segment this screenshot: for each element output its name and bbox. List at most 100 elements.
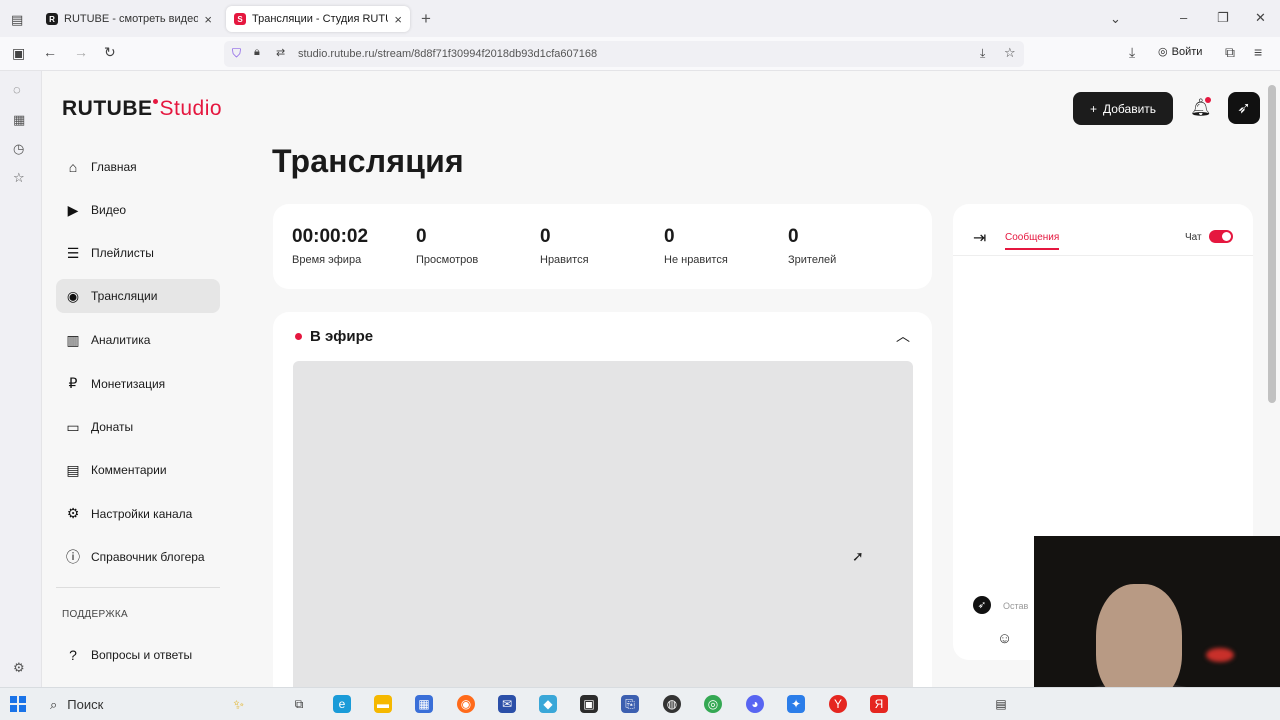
bookmark-star-icon[interactable]: ☆ — [1004, 45, 1016, 61]
sidebar-divider — [56, 587, 220, 588]
taskbar-search[interactable]: ⌕ Поиск ✨︎ — [42, 692, 272, 717]
lock-icon[interactable]: 🔒︎ — [254, 46, 260, 59]
live-panel: В эфире ︿ — [273, 312, 932, 687]
sidebar-item-donations[interactable]: ▭ Донаты — [56, 405, 220, 448]
close-icon[interactable]: × — [204, 12, 212, 27]
webcam-person-head — [1096, 584, 1182, 702]
chrome-icon[interactable]: ◎ — [704, 695, 722, 713]
synced-tabs-icon[interactable]: ▦ — [13, 112, 25, 128]
logo-sub: Studio — [159, 97, 223, 120]
tab-messages[interactable]: Сообщения — [1005, 232, 1060, 250]
sidebar-item-label: Главная — [91, 159, 137, 174]
sidebar-item-analytics[interactable]: ▥ Аналитика — [56, 319, 220, 362]
studio-sidebar-menu: ⌂ Главная ▶ Видео ☰ Плейлисты ◉ Трансляции ▥… — [56, 145, 220, 579]
collapse-chat-icon[interactable]: ⇥ — [973, 228, 986, 248]
tab-list-icon[interactable]: ▤ — [11, 12, 23, 28]
sidebar-item-monetization[interactable]: ₽ Монетизация — [56, 362, 220, 405]
discord-icon[interactable]: ◕ — [746, 695, 764, 713]
page-title: Трансляция — [272, 143, 464, 179]
rocket-icon: ➶ — [977, 599, 987, 611]
sidebar-item-label: Настройки канала — [91, 506, 193, 521]
downloads-icon[interactable]: ⤓ — [1129, 44, 1135, 61]
app-icon[interactable]: ✦ — [787, 695, 805, 713]
app-icon[interactable]: ⎘ — [621, 695, 639, 713]
wallet-icon: ▭ — [66, 418, 80, 435]
analytics-icon: ▥ — [66, 331, 80, 348]
live-label: В эфире — [310, 328, 374, 345]
restore-icon[interactable]: ❐ — [1217, 10, 1229, 26]
broadcast-icon: ◉ — [66, 287, 80, 304]
reload-icon[interactable]: ↻ — [104, 44, 116, 61]
add-button[interactable]: + Добавить — [1073, 92, 1173, 125]
sidebar-item-label: Трансляции — [91, 289, 158, 304]
url-text: studio.rutube.ru/stream/8d8f71f30994f201… — [298, 48, 598, 60]
chat-message-input[interactable]: Остав — [1003, 601, 1028, 611]
sidebar-toggle-icon[interactable]: ▣ — [12, 45, 25, 62]
task-view-icon[interactable]: ⧉ — [290, 695, 308, 713]
yandex-browser-icon[interactable]: Y — [829, 695, 847, 713]
login-button[interactable]: ◎ Войти — [1158, 45, 1202, 59]
site-settings-icon[interactable]: ⇄ — [276, 46, 285, 59]
sidebar-item-video[interactable]: ▶ Видео — [56, 188, 220, 231]
tab-title: Трансляции - Студия RUTUBE — [252, 13, 388, 25]
keyboard-icon[interactable]: ▤ — [992, 695, 1010, 713]
back-icon[interactable]: ← — [43, 44, 57, 60]
plus-icon: + — [1089, 101, 1097, 116]
ai-chat-icon[interactable]: ◌ — [13, 82, 21, 97]
app-icon[interactable]: ◆ — [539, 695, 557, 713]
sidebar-item-channel-settings[interactable]: ⚙ Настройки канала — [56, 492, 220, 535]
close-window-icon[interactable]: ✕ — [1255, 10, 1266, 26]
rutube-studio-logo[interactable]: RUTUBE Studio — [62, 97, 222, 121]
firefox-icon[interactable]: ◉ — [457, 695, 475, 713]
obs-icon[interactable]: ◍ — [663, 695, 681, 713]
sidebar-item-blogger-guide[interactable]: ⓘ Справочник блогера — [56, 536, 220, 579]
chat-toggle[interactable] — [1209, 230, 1233, 243]
shield-icon[interactable]: ⛉ — [232, 46, 241, 61]
comment-icon: ▤ — [66, 461, 80, 478]
sidebar-item-label: Справочник блогера — [91, 550, 205, 565]
extensions-icon[interactable]: ⧉ — [1225, 44, 1235, 61]
video-player[interactable] — [293, 361, 913, 687]
stat-views: 0 Просмотров — [416, 226, 478, 266]
sidebar-item-home[interactable]: ⌂ Главная — [56, 145, 220, 188]
customize-sidebar-icon[interactable]: ⚙ — [13, 660, 25, 676]
address-bar[interactable]: ⛉ 🔒︎ ⇄ studio.rutube.ru/stream/8d8f71f30… — [224, 41, 1024, 67]
sidebar-item-playlists[interactable]: ☰ Плейлисты — [56, 232, 220, 275]
chevron-down-icon[interactable]: ⌄ — [1110, 11, 1121, 27]
menu-icon[interactable]: ≡ — [1254, 44, 1262, 60]
emoji-icon[interactable]: ☺ — [997, 630, 1012, 647]
stat-value: 0 — [540, 226, 551, 247]
sidebar-item-broadcasts[interactable]: ◉ Трансляции — [56, 279, 220, 314]
windows-taskbar: ⌕ Поиск ✨︎ ⧉ e ▬ ▦ ◉ ✉ ◆ ▣ ⎘ ◍ ◎ ◕ ✦ Y Я… — [0, 687, 1280, 720]
yandex-icon[interactable]: Я — [870, 695, 888, 713]
scrollbar-thumb[interactable] — [1268, 85, 1276, 403]
bookmarks-icon[interactable]: ☆ — [13, 170, 25, 186]
sparkle-icon: ✨︎ — [233, 696, 245, 712]
store-icon[interactable]: ▦ — [415, 695, 433, 713]
new-tab-icon[interactable]: + — [421, 9, 431, 29]
chevron-up-icon[interactable]: ︿ — [896, 326, 910, 346]
app-icon[interactable]: ✉ — [498, 695, 516, 713]
save-page-icon[interactable]: ⤓ — [980, 46, 985, 61]
logo-dot — [152, 99, 158, 104]
browser-navbar: ▣ ← → ↻ ⛉ 🔒︎ ⇄ studio.rutube.ru/stream/8… — [0, 37, 1280, 71]
stat-label: Зрителей — [788, 254, 837, 266]
forward-icon[interactable]: → — [74, 44, 88, 60]
sidebar-item-comments[interactable]: ▤ Комментарии — [56, 449, 220, 492]
avatar[interactable]: ➶ — [1228, 92, 1260, 124]
sidebar-item-label: Донаты — [91, 420, 134, 435]
windows-start-icon[interactable] — [10, 696, 26, 712]
stat-value: 00:00:02 — [292, 226, 369, 247]
app-icon[interactable]: ▣ — [580, 695, 598, 713]
browser-tab-rutube[interactable]: R RUTUBE - смотреть видео онл × — [38, 6, 220, 32]
close-icon[interactable]: × — [394, 12, 402, 27]
history-icon[interactable]: ◷ — [13, 141, 24, 157]
browser-tab-studio[interactable]: S Трансляции - Студия RUTUBE × — [226, 6, 410, 32]
edge-icon[interactable]: e — [333, 695, 351, 713]
sidebar-item-faq[interactable]: ? Вопросы и ответы — [56, 633, 220, 676]
file-explorer-icon[interactable]: ▬ — [374, 695, 392, 713]
live-dot — [295, 333, 302, 340]
question-icon: ? — [69, 646, 77, 663]
browser-tab-strip: ▤ R RUTUBE - смотреть видео онл × S Тран… — [0, 0, 1280, 37]
minimize-icon[interactable]: – — [1180, 10, 1187, 25]
